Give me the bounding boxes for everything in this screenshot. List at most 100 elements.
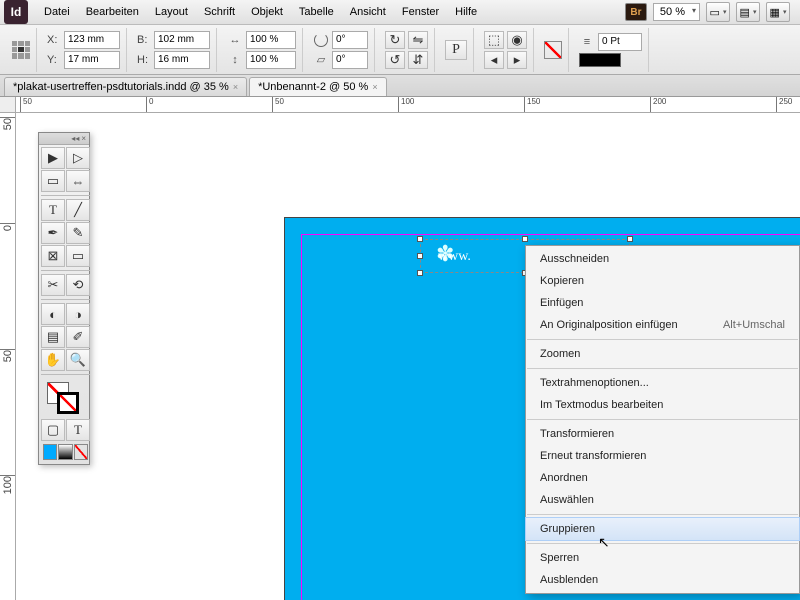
- ctx-kopieren[interactable]: Kopieren: [526, 270, 799, 292]
- ruler-origin[interactable]: [0, 97, 16, 113]
- ctx-gruppieren[interactable]: Gruppieren: [526, 518, 799, 540]
- stroke-swatch[interactable]: [57, 392, 79, 414]
- scissors-tool-icon[interactable]: ✂: [41, 274, 65, 296]
- stroke-style-swatch[interactable]: [579, 53, 621, 67]
- paragraph-style-icon[interactable]: P: [445, 40, 467, 60]
- screen-mode-button[interactable]: ▭: [706, 2, 730, 22]
- panel-header[interactable]: ◂◂×: [39, 133, 89, 145]
- context-menu: Ausschneiden Kopieren Einfügen An Origin…: [525, 245, 800, 594]
- ctx-an-originalposition-einfuegen[interactable]: An Originalposition einfügenAlt+Umschal: [526, 314, 799, 336]
- menu-tabelle[interactable]: Tabelle: [291, 2, 342, 22]
- resize-handle[interactable]: [627, 236, 633, 242]
- menu-objekt[interactable]: Objekt: [243, 2, 291, 22]
- selection-tool-icon[interactable]: ▶: [41, 147, 65, 169]
- zoom-level-dropdown[interactable]: 50 %: [653, 3, 700, 21]
- flip-vertical-icon[interactable]: ⇵: [408, 51, 428, 69]
- ctx-ausschneiden[interactable]: Ausschneiden: [526, 248, 799, 270]
- type-tool-icon[interactable]: T: [41, 199, 65, 221]
- hand-tool-icon[interactable]: ✋: [41, 349, 65, 371]
- rectangle-frame-tool-icon[interactable]: ⊠: [41, 245, 65, 267]
- zoom-tool-icon[interactable]: 🔍: [66, 349, 90, 371]
- scale-y-icon: ↕: [227, 52, 243, 68]
- scale-y-input[interactable]: [246, 51, 296, 69]
- select-container-icon[interactable]: ⬚: [484, 31, 504, 49]
- menu-hilfe[interactable]: Hilfe: [447, 2, 485, 22]
- w-label: B:: [137, 34, 151, 46]
- ctx-im-textmodus-bearbeiten[interactable]: Im Textmodus bearbeiten: [526, 394, 799, 416]
- y-input[interactable]: [64, 51, 120, 69]
- ctx-erneut-transformieren[interactable]: Erneut transformieren: [526, 445, 799, 467]
- flip-horizontal-icon[interactable]: ⇋: [408, 31, 428, 49]
- resize-handle[interactable]: [417, 236, 423, 242]
- formatting-container-icon[interactable]: ▢: [41, 419, 65, 441]
- tools-panel[interactable]: ◂◂× ▶ ▷ ▭ ⇔ T ╱ ✒ ✎ ⊠ ▭ ✂ ⟲ ◐ ◑ ▤ ✐ ✋ 🔍 …: [38, 132, 90, 465]
- document-tab-0[interactable]: *plakat-usertreffen-psdtutorials.indd @ …: [4, 77, 247, 96]
- gap-tool-icon[interactable]: ⇔: [66, 170, 90, 192]
- height-input[interactable]: [154, 51, 210, 69]
- rectangle-tool-icon[interactable]: ▭: [66, 245, 90, 267]
- apply-gradient-swatch[interactable]: [58, 444, 72, 460]
- direct-selection-tool-icon[interactable]: ▷: [66, 147, 90, 169]
- fill-stroke-control[interactable]: [41, 378, 90, 418]
- rotate-90-cw-icon[interactable]: ↻: [385, 31, 405, 49]
- menu-schrift[interactable]: Schrift: [196, 2, 243, 22]
- fill-none-swatch[interactable]: [544, 41, 562, 59]
- ctx-auswaehlen[interactable]: Auswählen: [526, 489, 799, 511]
- close-icon[interactable]: ×: [233, 82, 238, 92]
- stroke-weight-input[interactable]: [598, 33, 642, 51]
- pencil-tool-icon[interactable]: ✎: [66, 222, 90, 244]
- collapse-icon[interactable]: ◂◂: [71, 134, 79, 143]
- ruler-tick: 50: [272, 97, 284, 113]
- ctx-zoomen[interactable]: Zoomen: [526, 343, 799, 365]
- eyedropper-tool-icon[interactable]: ✐: [66, 326, 90, 348]
- ruler-tick: 50: [20, 97, 32, 113]
- menu-bearbeiten[interactable]: Bearbeiten: [78, 2, 147, 22]
- pen-tool-icon[interactable]: ✒: [41, 222, 65, 244]
- view-options-button[interactable]: ▤: [736, 2, 760, 22]
- close-icon[interactable]: ×: [81, 134, 86, 143]
- vertical-ruler[interactable]: 50 0 50 100 150: [0, 113, 16, 600]
- free-transform-tool-icon[interactable]: ⟲: [66, 274, 90, 296]
- rotate-90-ccw-icon[interactable]: ↺: [385, 51, 405, 69]
- shear-input[interactable]: [332, 51, 368, 69]
- scale-x-input[interactable]: [246, 31, 296, 49]
- ctx-textrahmenoptionen[interactable]: Textrahmenoptionen...: [526, 372, 799, 394]
- ruler-tick: 250: [776, 97, 792, 113]
- ctx-sperren[interactable]: Sperren: [526, 547, 799, 569]
- ctx-einfuegen[interactable]: Einfügen: [526, 292, 799, 314]
- horizontal-ruler[interactable]: 50 0 50 100 150 200 250: [16, 97, 800, 113]
- menu-datei[interactable]: Datei: [36, 2, 78, 22]
- ctx-transformieren[interactable]: Transformieren: [526, 423, 799, 445]
- ctx-anordnen[interactable]: Anordnen: [526, 467, 799, 489]
- reference-point-group[interactable]: [6, 28, 37, 72]
- menu-layout[interactable]: Layout: [147, 2, 196, 22]
- bridge-icon[interactable]: Br: [625, 3, 647, 21]
- next-object-icon[interactable]: ▸: [507, 51, 527, 69]
- ctx-ausblenden[interactable]: Ausblenden: [526, 569, 799, 591]
- formatting-text-icon[interactable]: T: [66, 419, 90, 441]
- resize-handle[interactable]: [417, 270, 423, 276]
- gradient-swatch-tool-icon[interactable]: ◐: [41, 303, 65, 325]
- apply-color-swatch[interactable]: [43, 444, 57, 460]
- ruler-tick: 150: [524, 97, 540, 113]
- prev-object-icon[interactable]: ◂: [484, 51, 504, 69]
- menu-ansicht[interactable]: Ansicht: [342, 2, 394, 22]
- resize-handle[interactable]: [522, 236, 528, 242]
- ruler-tick: 0: [0, 223, 16, 233]
- note-tool-icon[interactable]: ▤: [41, 326, 65, 348]
- resize-handle[interactable]: [417, 253, 423, 259]
- line-tool-icon[interactable]: ╱: [66, 199, 90, 221]
- document-tab-1[interactable]: *Unbenannt-2 @ 50 %×: [249, 77, 387, 96]
- width-input[interactable]: [154, 31, 210, 49]
- rotate-input[interactable]: [332, 31, 368, 49]
- gradient-feather-tool-icon[interactable]: ◑: [66, 303, 90, 325]
- arrange-documents-button[interactable]: ▦: [766, 2, 790, 22]
- document-tabs: *plakat-usertreffen-psdtutorials.indd @ …: [0, 75, 800, 97]
- apply-none-swatch[interactable]: [74, 444, 88, 460]
- page-tool-icon[interactable]: ▭: [41, 170, 65, 192]
- x-label: X:: [47, 34, 61, 46]
- menu-fenster[interactable]: Fenster: [394, 2, 447, 22]
- close-icon[interactable]: ×: [372, 82, 377, 92]
- select-content-icon[interactable]: ◉: [507, 31, 527, 49]
- x-input[interactable]: [64, 31, 120, 49]
